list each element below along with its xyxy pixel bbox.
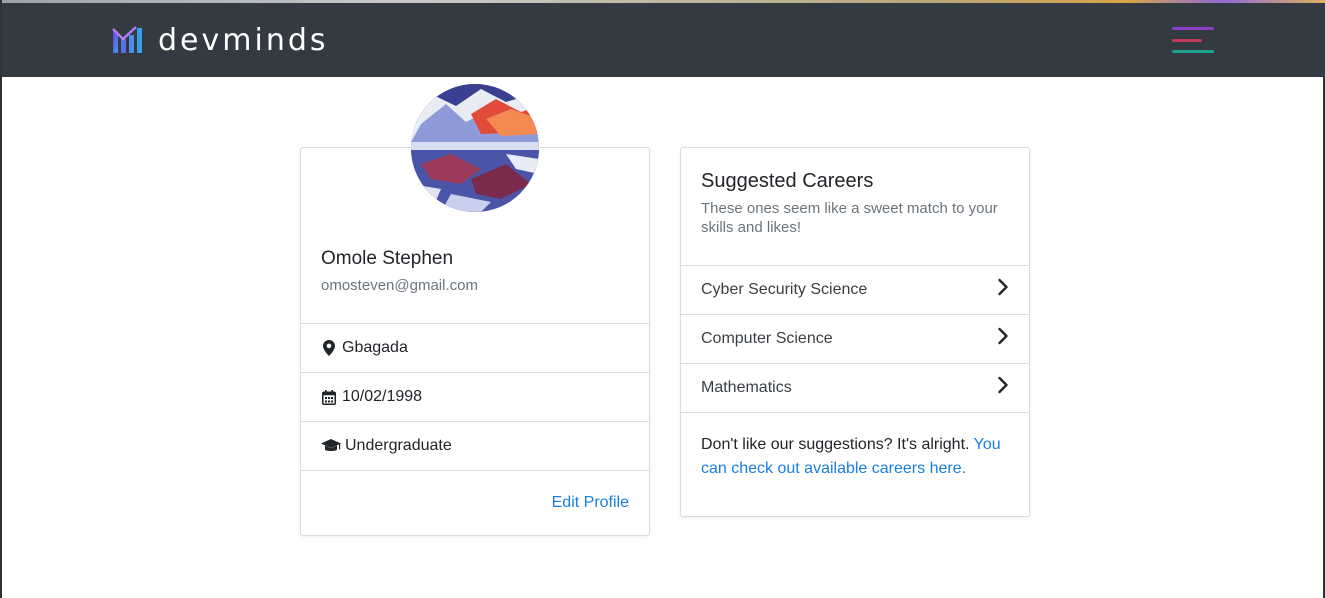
chevron-right-icon — [998, 278, 1008, 296]
dob-text: 10/02/1998 — [342, 388, 423, 405]
menu-line — [1172, 39, 1202, 42]
chevron-right-icon — [998, 327, 1008, 345]
location-text: Gbagada — [342, 339, 408, 356]
profile-avatar-image — [411, 84, 539, 212]
calendar-icon — [321, 389, 337, 405]
navbar: devminds — [2, 3, 1325, 77]
brand-name: devminds — [158, 22, 329, 58]
careers-footer-text: Don't like our suggestions? It's alright… — [701, 436, 974, 453]
career-label: Mathematics — [701, 379, 792, 396]
career-item[interactable]: Computer Science — [681, 315, 1029, 364]
brand[interactable]: devminds — [112, 22, 329, 58]
profile-email: omosteven@gmail.com — [321, 277, 478, 294]
location-row: Gbagada — [301, 324, 649, 373]
education-row: Undergraduate — [301, 422, 649, 471]
career-label: Computer Science — [701, 330, 833, 347]
careers-header: Suggested Careers These ones seem like a… — [681, 148, 1029, 266]
career-label: Cyber Security Science — [701, 281, 868, 298]
careers-title: Suggested Careers — [701, 170, 874, 192]
graduation-cap-icon — [321, 438, 341, 454]
menu-line — [1172, 50, 1214, 53]
chevron-right-icon — [998, 376, 1008, 394]
career-item[interactable]: Mathematics — [681, 364, 1029, 413]
dob-row: 10/02/1998 — [301, 373, 649, 422]
suggested-careers-card: Suggested Careers These ones seem like a… — [680, 147, 1030, 517]
edit-profile-link[interactable]: Edit Profile — [552, 494, 629, 512]
hamburger-menu-icon[interactable] — [1170, 26, 1216, 56]
map-marker-icon — [321, 340, 337, 356]
careers-subtitle: These ones seem like a sweet match to yo… — [701, 200, 998, 236]
careers-footer: Don't like our suggestions? It's alright… — [701, 433, 1011, 481]
education-text: Undergraduate — [345, 437, 452, 454]
devminds-logo-icon — [112, 26, 142, 53]
profile-name: Omole Stephen — [321, 248, 454, 269]
menu-line — [1172, 27, 1214, 30]
career-item[interactable]: Cyber Security Science — [681, 266, 1029, 315]
